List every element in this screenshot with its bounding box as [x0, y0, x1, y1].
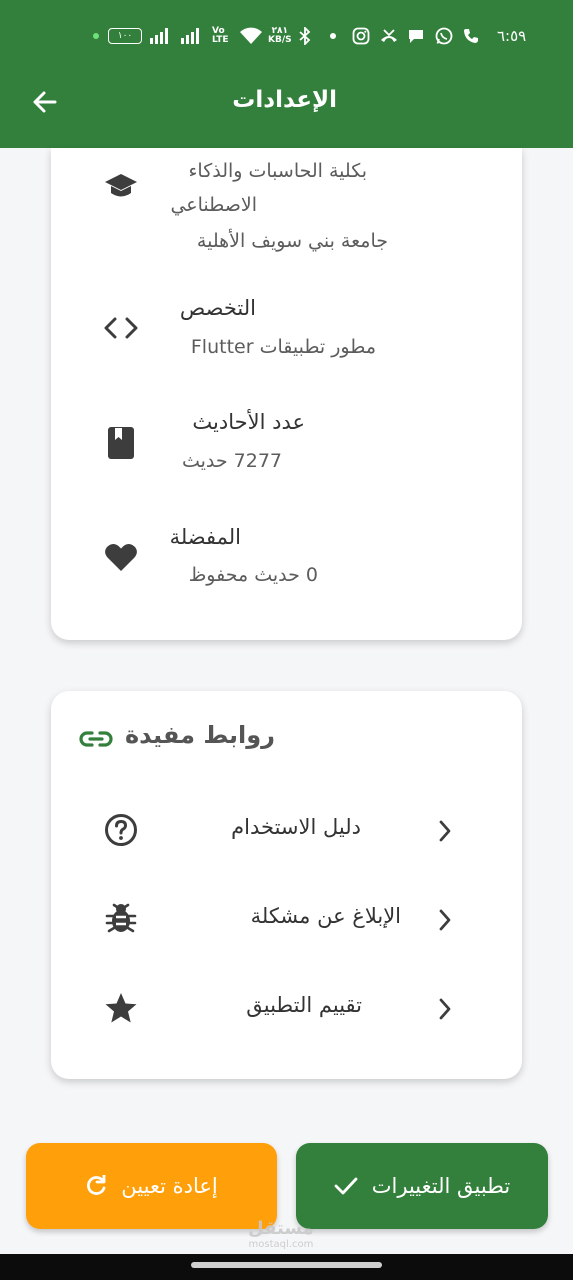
education-line-3: جامعة بني سويف الأهلية [196, 230, 388, 252]
battery-icon: ١٠٠ [108, 18, 142, 54]
arrow-left-icon [33, 91, 57, 113]
back-button[interactable] [26, 84, 62, 120]
chevron-right-icon [431, 817, 459, 845]
heart-icon [101, 537, 141, 577]
hadith-count-title: عدد الأحاديث [192, 410, 305, 434]
link-item-label: دليل الاستخدام [231, 815, 361, 839]
link-item-report-problem[interactable]: الإبلاغ عن مشكلة [91, 880, 471, 960]
reset-label: إعادة تعيين [121, 1174, 218, 1198]
phone-icon [462, 18, 480, 54]
education-line-2: الاصطناعي [170, 194, 257, 216]
star-icon [101, 988, 141, 1028]
net-speed: ٢٨١ KB/S [268, 18, 292, 54]
message-icon [407, 18, 425, 54]
bug-icon [101, 899, 141, 939]
hadith-count-value: 7277 حديث [181, 450, 282, 472]
clock-time: ٦:٥٩ [497, 27, 527, 45]
apply-changes-label: تطبيق التغييرات [371, 1174, 511, 1198]
link-item-label: تقييم التطبيق [246, 993, 362, 1017]
education-line-1: بكلية الحاسبات والذكاء [188, 160, 367, 182]
link-item-label: الإبلاغ عن مشكلة [250, 904, 401, 928]
home-gesture-handle[interactable] [191, 1262, 382, 1268]
book-icon [101, 423, 141, 463]
favorites-title: المفضلة [169, 525, 241, 549]
graduation-cap-icon [101, 166, 141, 206]
app-bar: ١٠٠ Vo LTE ٢٨١ KB/S ٦:٥٩ الإعدادات [0, 0, 573, 148]
wifi-icon [239, 18, 263, 54]
signal-icon [181, 18, 199, 54]
refresh-icon [87, 1175, 106, 1195]
useful-links-card: روابط مفيدة دليل الاستخدام الإبلاغ عن مش… [51, 691, 522, 1079]
chevron-right-icon [431, 906, 459, 934]
profile-info-card: بكلية الحاسبات والذكاء الاصطناعي جامعة ب… [51, 148, 522, 640]
instagram-icon [352, 18, 370, 54]
volte-bottom-label: LTE [212, 35, 229, 45]
link-icon [76, 719, 116, 759]
watermark-text: مستقل [248, 1218, 314, 1239]
code-icon [101, 308, 141, 348]
volte-indicator: Vo LTE [212, 18, 229, 54]
reset-button[interactable]: إعادة تعيين [26, 1143, 277, 1229]
status-bar: ١٠٠ Vo LTE ٢٨١ KB/S ٦:٥٩ [0, 18, 573, 54]
specialty-value: مطور تطبيقات Flutter [190, 336, 376, 358]
net-speed-unit: KB/S [268, 35, 292, 45]
watermark: مستقل mostaql.com [248, 1218, 314, 1250]
signal-icon [150, 18, 168, 54]
whatsapp-icon [434, 18, 454, 54]
link-item-user-guide[interactable]: دليل الاستخدام [91, 791, 471, 871]
green-indicator-dot [93, 18, 99, 54]
chevron-right-icon [431, 995, 459, 1023]
favorites-value: 0 حديث محفوظ [188, 564, 318, 586]
dot-icon [330, 18, 336, 54]
bluetooth-icon [298, 18, 312, 54]
battery-level: ١٠٠ [108, 28, 142, 44]
check-icon [334, 1177, 358, 1195]
apply-changes-button[interactable]: تطبيق التغييرات [296, 1143, 548, 1229]
missed-call-icon [379, 18, 399, 54]
page-title: الإعدادات [232, 87, 337, 113]
specialty-title: التخصص [179, 296, 256, 320]
links-card-title: روابط مفيدة [125, 721, 275, 749]
link-item-rate-app[interactable]: تقييم التطبيق [91, 969, 471, 1049]
help-circle-icon [101, 810, 141, 850]
watermark-subtext: mostaql.com [248, 1239, 314, 1250]
